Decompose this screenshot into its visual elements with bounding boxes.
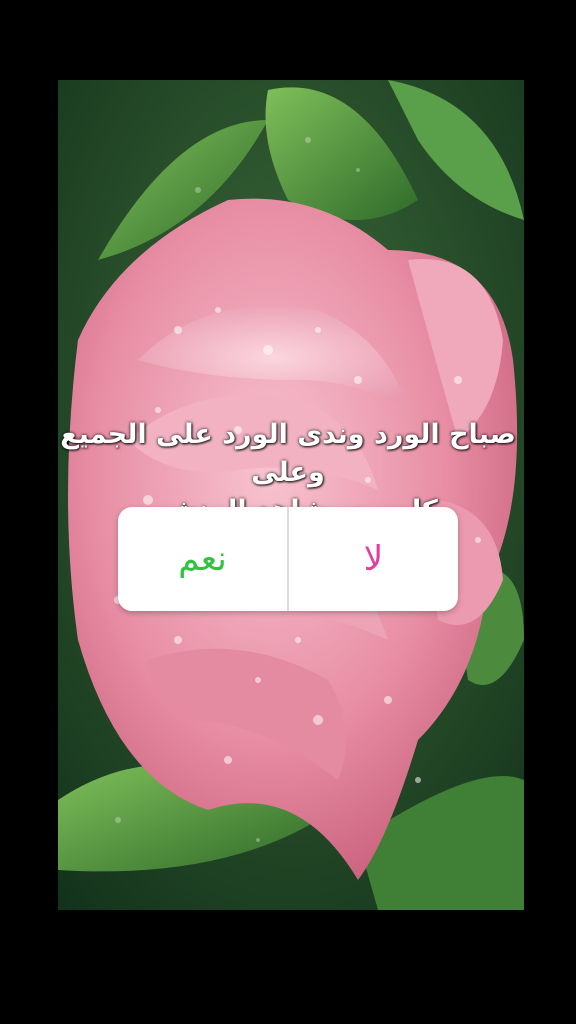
poll-option-yes[interactable]: نعم <box>118 507 287 611</box>
poll-sticker: نعم لا <box>118 507 458 611</box>
caption-line-1: صباح الورد وندى الورد على الجميع وعلى <box>60 419 516 488</box>
story-screen: صباح الورد وندى الورد على الجميع وعلى كل… <box>0 0 576 1024</box>
poll-option-no[interactable]: لا <box>289 507 458 611</box>
